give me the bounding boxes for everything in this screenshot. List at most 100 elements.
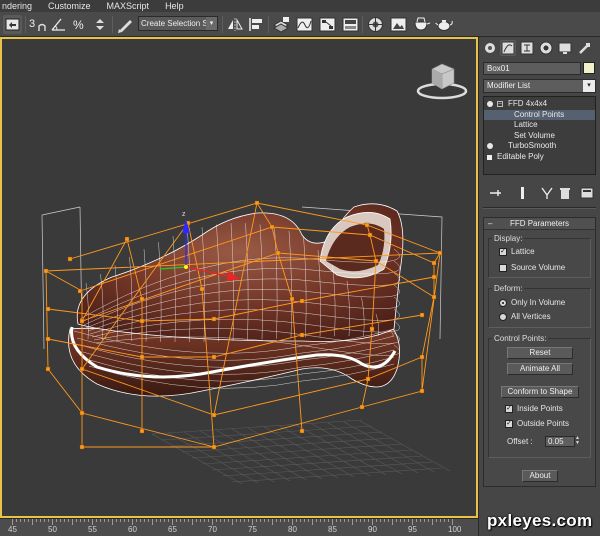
control-point[interactable] [79,318,85,324]
control-point[interactable] [211,444,217,450]
perspective-viewport[interactable]: z [0,37,478,518]
stack-item-control-points[interactable]: Control Points [484,109,595,120]
control-point[interactable] [139,296,145,302]
control-point[interactable] [124,236,130,242]
modifier-list-dropdown[interactable]: Modifier List ▾ [483,79,596,93]
percent-snap-button[interactable]: % [70,15,89,34]
named-selection-set-dropdown[interactable]: Create Selection Se ▾ [138,16,218,31]
stack-item-set-volume[interactable]: Set Volume [484,131,595,142]
remove-modifier-button[interactable] [557,185,573,201]
snap-toggle-button[interactable]: 3 [28,15,47,34]
control-point[interactable] [79,410,85,416]
control-point[interactable] [373,258,379,264]
control-point[interactable] [431,260,437,266]
control-point[interactable] [359,404,365,410]
tab-hierarchy[interactable] [519,40,535,56]
control-point[interactable] [299,332,305,338]
control-point[interactable] [254,200,260,206]
menu-help[interactable]: Help [165,0,184,12]
control-point[interactable] [211,316,217,322]
collapse-minus-icon[interactable]: – [497,101,503,107]
stack-item-ffd[interactable]: – FFD 4x4x4 [484,99,595,110]
render-production-button[interactable] [435,15,454,34]
spinner-snap-button[interactable] [91,15,110,34]
about-button[interactable]: About [522,470,558,482]
control-point[interactable] [419,354,425,360]
lightbulb-icon[interactable] [487,143,493,149]
control-point[interactable] [77,288,83,294]
viewport-scene[interactable]: z [2,39,476,516]
tab-utilities[interactable] [577,40,593,56]
pin-stack-button[interactable] [487,185,503,201]
only-in-volume-radio[interactable] [499,299,507,307]
control-point[interactable] [431,294,437,300]
make-unique-button[interactable] [539,185,555,201]
control-point[interactable] [367,232,373,238]
tab-display[interactable] [557,40,573,56]
angle-snap-button[interactable] [49,15,68,34]
control-point[interactable] [211,354,217,360]
control-point[interactable] [299,298,305,304]
control-point[interactable] [43,268,49,274]
schematic-view-button[interactable] [318,15,337,34]
align-button[interactable] [247,15,266,34]
control-point[interactable] [67,256,73,262]
control-point[interactable] [431,274,437,280]
rendered-frame-button[interactable] [389,15,408,34]
control-point[interactable] [79,444,85,450]
control-point[interactable] [369,326,375,332]
render-setup-button[interactable] [366,15,385,34]
mirror-button[interactable] [226,15,245,34]
inside-points-checkbox[interactable]: ✓ [505,405,513,413]
stack-item-lattice[interactable]: Lattice [484,120,595,131]
control-point[interactable] [437,250,443,256]
quick-render-button[interactable] [412,15,431,34]
material-editor-button[interactable] [341,15,360,34]
animate-all-button[interactable]: Animate All [507,363,573,375]
control-point[interactable] [45,366,51,372]
menu-maxscript[interactable]: MAXScript [107,0,150,12]
lightbulb-icon[interactable] [487,101,493,107]
control-point[interactable] [139,428,145,434]
reset-button[interactable]: Reset [507,347,573,359]
curve-editor-button[interactable] [295,15,314,34]
edit-named-selection-button[interactable] [116,15,135,34]
modifier-stack[interactable]: – FFD 4x4x4 Control Points Lattice Set V… [483,96,596,175]
control-point[interactable] [139,354,145,360]
configure-modifier-sets-button[interactable] [579,185,595,201]
control-point[interactable] [269,224,275,230]
control-point[interactable] [211,412,217,418]
tab-create[interactable] [482,40,498,56]
control-point[interactable] [275,250,281,256]
source-volume-checkbox[interactable] [499,264,507,272]
tab-motion[interactable] [538,40,554,56]
undo-button[interactable] [3,15,22,34]
control-point[interactable] [364,222,370,228]
control-point[interactable] [289,296,295,302]
offset-spinner[interactable]: 0.05 [545,436,575,447]
control-point[interactable] [299,428,305,434]
control-point[interactable] [139,318,145,324]
stack-item-turbosmooth[interactable]: TurboSmooth [484,141,595,152]
object-color-swatch[interactable] [583,62,595,74]
control-point[interactable] [419,388,425,394]
stack-item-editable-poly[interactable]: Editable Poly [484,152,595,163]
lattice-checkbox[interactable]: ✓ [499,248,507,256]
all-vertices-radio[interactable] [499,313,507,321]
object-name-field[interactable]: Box01 [483,62,581,75]
track-bar[interactable]: 45 50 55 60 65 70 75 80 85 90 95 100 [0,518,478,536]
outside-points-checkbox[interactable]: ✓ [505,420,513,428]
tab-modify[interactable] [500,40,516,56]
show-end-result-button[interactable] [515,185,531,201]
viewcube[interactable] [416,63,468,100]
control-point[interactable] [199,286,205,292]
control-point[interactable] [79,366,85,372]
layer-manager-button[interactable] [272,15,291,34]
control-point[interactable] [45,336,51,342]
control-point[interactable] [365,376,371,382]
menu-rendering[interactable]: ndering [2,0,32,12]
control-point[interactable] [419,312,425,318]
spinner-arrows-icon[interactable]: ▲ ▼ [575,436,581,447]
conform-to-shape-button[interactable]: Conform to Shape [501,386,579,398]
menu-customize[interactable]: Customize [48,0,91,12]
